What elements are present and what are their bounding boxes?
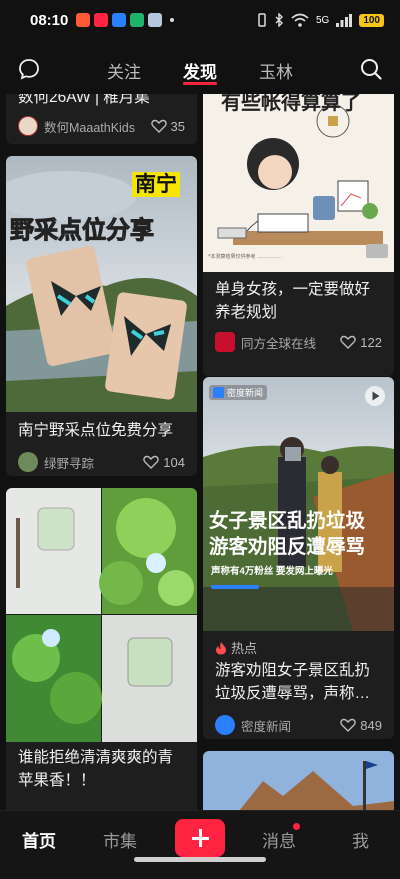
note-card[interactable]: 密度新闻 女子景区乱扔垃圾 游客劝阻反遭辱骂 声称有4万粉丝 要发网上曝光 热点…: [203, 377, 394, 739]
notification-app-icon: [76, 13, 91, 27]
author-name[interactable]: 绿野寻踪: [44, 453, 94, 472]
heart-icon: [340, 335, 357, 349]
avatar[interactable]: [18, 116, 38, 136]
like-count: 35: [170, 118, 185, 134]
create-post-button[interactable]: [175, 819, 225, 857]
note-card[interactable]: *本测算结果仅供参考 …………… 有些帐得算算了 单身女孩，一定要做好养老规划 …: [203, 94, 394, 376]
like-count: 849: [360, 717, 382, 733]
network-type: 5G: [315, 14, 330, 26]
like-count: 122: [360, 334, 382, 350]
note-card[interactable]: 谁能拒绝清清爽爽的青苹果香！！: [6, 488, 197, 810]
more-notifications-icon: [170, 18, 175, 22]
like-button[interactable]: 35: [150, 118, 185, 134]
bluetooth-icon: [275, 13, 283, 27]
news-logo-icon: [213, 387, 224, 398]
tab-local-yulin[interactable]: 玉林: [259, 58, 293, 83]
author-name[interactable]: 密度新闻: [241, 716, 291, 735]
home-indicator[interactable]: [134, 857, 266, 862]
video-play-icon[interactable]: [364, 385, 386, 407]
note-cover-image: [203, 751, 394, 810]
video-progress-bar: [211, 585, 259, 589]
note-cover-image: 密度新闻 女子景区乱扔垃圾 游客劝阻反遭辱骂 声称有4万粉丝 要发网上曝光: [203, 377, 394, 631]
author-name[interactable]: 数何MaaathKids: [44, 117, 135, 136]
top-navigation: 关注 发现 玉林: [0, 48, 400, 88]
wifi-icon: [291, 13, 309, 27]
nav-home[interactable]: 首页: [22, 827, 56, 852]
source-badge: 密度新闻: [209, 385, 268, 400]
flame-icon: [216, 641, 226, 654]
avatar[interactable]: [215, 332, 235, 352]
hot-tag: 热点: [215, 638, 257, 657]
signal-icon: [336, 13, 353, 27]
status-time: 08:10: [30, 11, 69, 29]
heart-icon: [340, 718, 357, 732]
svg-text:*本测算结果仅供参考 ……………: *本测算结果仅供参考 ……………: [208, 253, 282, 260]
nav-me[interactable]: 我: [352, 827, 369, 852]
note-title: 南宁野采点位免费分享: [18, 422, 174, 439]
image-overlay-text: 女子景区乱扔垃圾 游客劝阻反遭辱骂: [209, 510, 366, 558]
vibrate-icon: [258, 13, 266, 27]
discover-feed[interactable]: 数何26AW | 稚月集 数何MaaathKids 35 南宁 野采点位分享 南…: [0, 94, 400, 810]
battery-level: 100: [359, 13, 384, 27]
note-cover-image: [6, 488, 197, 742]
active-tab-indicator: [183, 82, 217, 85]
notification-app-icon: [94, 13, 109, 27]
author-name[interactable]: 同方全球在线: [241, 333, 316, 352]
nav-market[interactable]: 市集: [103, 827, 137, 852]
bottom-navigation: 首页 市集 消息 我: [0, 810, 400, 879]
note-cover-image: 南宁 野采点位分享: [6, 156, 197, 412]
nav-messages[interactable]: 消息: [262, 827, 296, 852]
heart-icon: [143, 455, 160, 469]
note-card[interactable]: 南宁 野采点位分享 南宁野采点位免费分享 绿野寻踪 104: [6, 156, 197, 476]
notification-app-icon: [112, 13, 127, 27]
avatar[interactable]: [18, 452, 38, 472]
like-button[interactable]: 104: [143, 455, 185, 470]
image-overlay-text: 有些帐得算算了: [221, 94, 361, 114]
like-button[interactable]: 122: [340, 335, 382, 350]
image-overlay-text: 南宁: [132, 172, 180, 197]
notification-app-icon: [148, 13, 163, 27]
like-count: 104: [163, 454, 185, 470]
note-cover-image: *本测算结果仅供参考 …………… 有些帐得算算了: [203, 94, 394, 272]
note-card[interactable]: [203, 751, 394, 810]
note-title: 单身女孩，一定要做好养老规划: [215, 281, 371, 321]
heart-icon: [150, 119, 167, 133]
avatar[interactable]: [215, 715, 235, 735]
search-icon[interactable]: [360, 58, 382, 80]
tab-discover[interactable]: 发现: [183, 58, 217, 83]
watermark-badge: [366, 244, 388, 258]
image-caption: 声称有4万粉丝 要发网上曝光: [211, 566, 333, 577]
status-bar: 08:10 5G 100: [0, 0, 400, 40]
image-overlay-text: 野采点位分享: [10, 217, 155, 245]
like-button[interactable]: 849: [340, 718, 382, 733]
unread-dot: [293, 823, 300, 830]
tab-following[interactable]: 关注: [107, 58, 141, 83]
note-title: 游客劝阻女子景区乱扔垃圾反遭辱骂，声称…: [215, 662, 371, 702]
note-title: 数何26AW | 稚月集: [18, 94, 150, 106]
chat-bubble-icon[interactable]: [18, 58, 40, 80]
note-card[interactable]: 数何26AW | 稚月集 数何MaaathKids 35: [6, 94, 197, 144]
note-title: 谁能拒绝清清爽爽的青苹果香！！: [18, 749, 174, 789]
notification-app-icon: [130, 13, 145, 27]
